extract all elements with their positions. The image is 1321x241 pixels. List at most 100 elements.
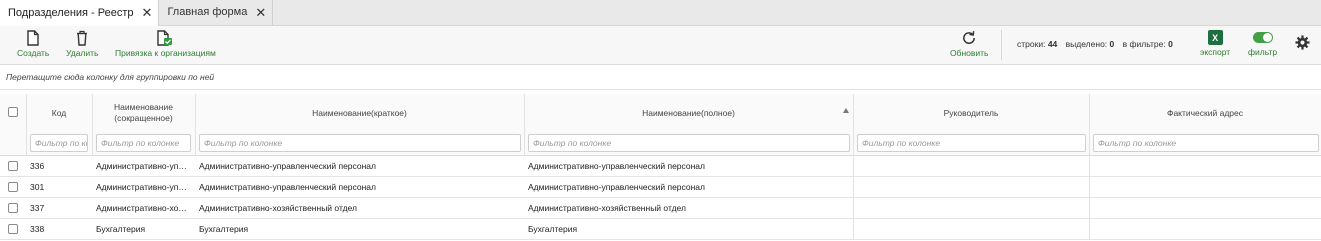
column-header-manager[interactable]: Руководитель (853, 94, 1089, 132)
cell-short-name: Административно-управленческий персонал (96, 161, 190, 171)
column-divider (26, 94, 27, 156)
filter-input-manager[interactable]: Фильтр по колонке (857, 134, 1086, 152)
excel-icon: X (1207, 30, 1223, 45)
column-divider (853, 198, 854, 219)
filter-input-actual-address[interactable]: Фильтр по колонке (1093, 134, 1319, 152)
sort-ascending-icon (843, 108, 849, 113)
trash-icon (77, 30, 88, 46)
cell-full-name: Бухгалтерия (528, 224, 578, 234)
tab-bar: Подразделения - Реестр ✕ Главная форма ✕ (0, 0, 1321, 26)
filter-placeholder: Фильтр по колонке (862, 138, 941, 148)
cell-full-name: Административно-управленческий персонал (528, 182, 705, 192)
filter-input-code[interactable]: Фильтр по колонке (30, 134, 88, 152)
column-header-label: Код (51, 107, 67, 118)
column-divider (1089, 198, 1090, 219)
cell-short-name: Административно-управленческий персонал (96, 182, 190, 192)
column-divider (524, 94, 525, 156)
cell-code: 337 (30, 203, 45, 213)
cell-manager (853, 156, 1089, 177)
filter-placeholder: Фильтр по колонке (101, 138, 180, 148)
cell-manager (853, 219, 1089, 240)
delete-label: Удалить (66, 48, 99, 58)
column-divider (1089, 94, 1090, 156)
close-icon[interactable]: ✕ (142, 6, 153, 19)
toolbar-divider (1001, 30, 1002, 60)
group-by-panel[interactable]: Перетащите сюда колонку для группировки … (0, 65, 1321, 90)
column-header-label: Наименование (сокращенное) (114, 102, 173, 123)
excel-letter: X (1212, 32, 1219, 43)
filter-input-brief-name[interactable]: Фильтр по колонке (199, 134, 521, 152)
filter-placeholder: Фильтр по колонке (35, 138, 87, 148)
column-header-label: Фактический адрес (1166, 107, 1244, 118)
column-divider (853, 156, 854, 177)
filter-placeholder: Фильтр по колонке (1098, 138, 1177, 148)
select-all-checkbox[interactable] (8, 107, 18, 117)
tab-departments-registry[interactable]: Подразделения - Реестр ✕ (0, 0, 160, 26)
column-divider (1089, 177, 1090, 198)
cell-manager (853, 177, 1089, 198)
filter-input-short-name[interactable]: Фильтр по колонке (96, 134, 191, 152)
close-icon[interactable]: ✕ (255, 6, 266, 19)
selected-count: 0 (1109, 39, 1115, 49)
column-divider (1089, 219, 1090, 240)
grid-header: Код Наименование (сокращенное) Наименова… (0, 94, 1321, 156)
column-divider (92, 94, 93, 156)
column-header-short-name[interactable]: Наименование (сокращенное) (92, 94, 195, 132)
new-document-icon (27, 30, 39, 46)
cell-brief-name: Административно-хозяйственный отдел (199, 203, 357, 213)
filter-input-full-name[interactable]: Фильтр по колонке (528, 134, 850, 152)
cell-full-name: Административно-хозяйственный отдел (528, 203, 686, 213)
row-stats: строки: 44 выделено: 0 в фильтре: 0 (1017, 39, 1173, 49)
cell-code: 338 (30, 224, 45, 234)
link-organizations-label: Привязка к организациям (115, 48, 216, 58)
column-header-actual-address[interactable]: Фактический адрес (1089, 94, 1321, 132)
rows-label: строки: (1017, 39, 1046, 49)
tab-label: Главная форма (167, 6, 248, 18)
filtered-label: в фильтре: (1122, 39, 1166, 49)
cell-manager (853, 198, 1089, 219)
document-check-icon (157, 30, 173, 46)
refresh-label: Обновить (950, 48, 989, 58)
create-button[interactable]: Создать (17, 30, 49, 58)
delete-button[interactable]: Удалить (66, 30, 98, 58)
toggle-switch-icon (1252, 32, 1273, 43)
toolbar: Создать Удалить Привязка к организациям … (0, 26, 1321, 65)
grid-body: 336 Административно-управленческий персо… (0, 156, 1321, 240)
tab-main-form[interactable]: Главная форма ✕ (159, 0, 274, 25)
settings-button[interactable] (1295, 35, 1310, 50)
filter-placeholder: Фильтр по колонке (204, 138, 283, 148)
rows-count: 44 (1047, 39, 1058, 49)
link-organizations-button[interactable]: Привязка к организациям (115, 30, 216, 58)
column-header-brief-name[interactable]: Наименование(краткое) (195, 94, 524, 132)
cell-short-name: Административно-хозяйственный отдел (96, 203, 190, 213)
selected-label: выделено: (1065, 39, 1108, 49)
refresh-button[interactable]: Обновить (950, 30, 989, 58)
cell-code: 336 (30, 161, 45, 171)
table-row[interactable]: 301 Административно-управленческий персо… (0, 177, 1321, 198)
filter-label: фильтр (1248, 47, 1278, 57)
gear-icon (1295, 35, 1310, 50)
data-grid: Код Наименование (сокращенное) Наименова… (0, 94, 1321, 240)
row-checkbox[interactable] (8, 182, 18, 192)
create-label: Создать (17, 48, 50, 58)
table-row[interactable]: 338 Бухгалтерия Бухгалтерия Бухгалтерия (0, 219, 1321, 240)
column-header-code[interactable]: Код (26, 94, 92, 132)
group-panel-hint: Перетащите сюда колонку для группировки … (6, 72, 215, 82)
table-row[interactable]: 336 Административно-управленческий персо… (0, 156, 1321, 177)
column-header-full-name[interactable]: Наименование(полное) (524, 94, 853, 132)
table-row[interactable]: 337 Административно-хозяйственный отдел … (0, 198, 1321, 219)
cell-brief-name: Бухгалтерия (199, 224, 249, 234)
row-checkbox[interactable] (8, 161, 18, 171)
column-header-label: Руководитель (943, 107, 999, 118)
cell-actual-address (1089, 156, 1321, 177)
filter-placeholder: Фильтр по колонке (533, 138, 612, 148)
column-divider (853, 219, 854, 240)
row-checkbox[interactable] (8, 203, 18, 213)
export-label: экспорт (1200, 47, 1231, 57)
export-button[interactable]: X экспорт (1200, 30, 1230, 57)
column-divider (853, 177, 854, 198)
row-checkbox[interactable] (8, 224, 18, 234)
column-header-label: Наименование(краткое) (312, 107, 407, 118)
filter-toggle[interactable]: фильтр (1248, 30, 1277, 57)
cell-short-name: Бухгалтерия (96, 224, 146, 234)
